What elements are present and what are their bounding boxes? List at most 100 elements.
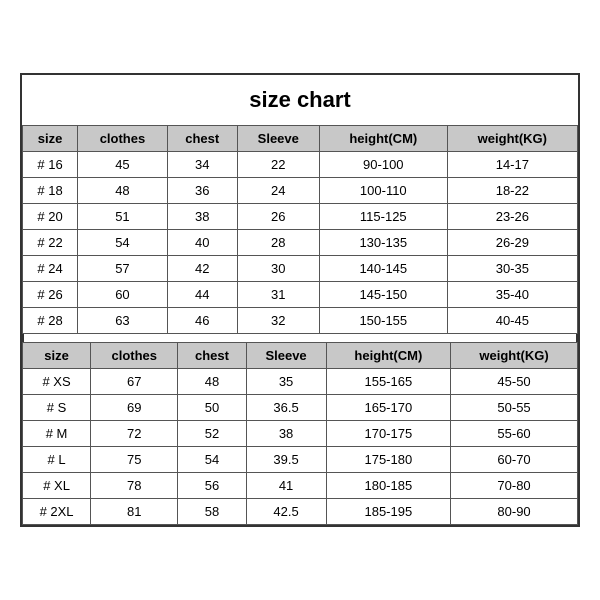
table-cell: # L [23, 447, 91, 473]
table-cell: 24 [237, 178, 319, 204]
table-cell: 165-170 [326, 395, 450, 421]
table-cell: 36.5 [246, 395, 326, 421]
table-cell: 58 [178, 499, 246, 525]
header2-chest: chest [178, 343, 246, 369]
table-cell: 30-35 [447, 256, 577, 282]
table-cell: 28 [237, 230, 319, 256]
table-cell: 55-60 [451, 421, 578, 447]
table-cell: 23-26 [447, 204, 577, 230]
table-cell: 40-45 [447, 308, 577, 334]
table-cell: 35-40 [447, 282, 577, 308]
table-cell: 54 [178, 447, 246, 473]
table-cell: 14-17 [447, 152, 577, 178]
table-cell: 41 [246, 473, 326, 499]
table-cell: # 24 [23, 256, 78, 282]
table-cell: 63 [78, 308, 168, 334]
table-cell: 48 [178, 369, 246, 395]
table-row: # 18483624100-11018-22 [23, 178, 578, 204]
table-cell: 150-155 [319, 308, 447, 334]
table-cell: 185-195 [326, 499, 450, 525]
table-cell: 32 [237, 308, 319, 334]
header2-size: size [23, 343, 91, 369]
table-cell: 50 [178, 395, 246, 421]
table-cell: 26-29 [447, 230, 577, 256]
table-cell: 155-165 [326, 369, 450, 395]
header2-weight: weight(KG) [451, 343, 578, 369]
table-row: # 28634632150-15540-45 [23, 308, 578, 334]
table-cell: 39.5 [246, 447, 326, 473]
table-cell: # 20 [23, 204, 78, 230]
table-cell: 45-50 [451, 369, 578, 395]
table-cell: # M [23, 421, 91, 447]
table-row: # 22544028130-13526-29 [23, 230, 578, 256]
header-size: size [23, 126, 78, 152]
table-row: # XL785641180-18570-80 [23, 473, 578, 499]
size-table-1: size clothes chest Sleeve height(CM) wei… [22, 125, 578, 334]
table-row: # 1645342290-10014-17 [23, 152, 578, 178]
table-cell: 50-55 [451, 395, 578, 421]
table-cell: 52 [178, 421, 246, 447]
table-row: # S695036.5165-17050-55 [23, 395, 578, 421]
table-cell: 75 [91, 447, 178, 473]
chart-title: size chart [22, 75, 578, 125]
table-cell: 26 [237, 204, 319, 230]
table-cell: 81 [91, 499, 178, 525]
table-cell: 67 [91, 369, 178, 395]
table-cell: 170-175 [326, 421, 450, 447]
table-cell: 36 [167, 178, 237, 204]
table-cell: 38 [246, 421, 326, 447]
table-cell: # 2XL [23, 499, 91, 525]
table-cell: 45 [78, 152, 168, 178]
table-cell: 78 [91, 473, 178, 499]
size-chart-container: size chart size clothes chest Sleeve hei… [20, 73, 580, 527]
table-cell: 51 [78, 204, 168, 230]
table-cell: # 16 [23, 152, 78, 178]
table-cell: 115-125 [319, 204, 447, 230]
header-clothes: clothes [78, 126, 168, 152]
header-height: height(CM) [319, 126, 447, 152]
table-cell: # 26 [23, 282, 78, 308]
table-cell: 48 [78, 178, 168, 204]
table-cell: 80-90 [451, 499, 578, 525]
table-cell: 100-110 [319, 178, 447, 204]
size-table-2: size clothes chest Sleeve height(CM) wei… [22, 342, 578, 525]
table-cell: 42.5 [246, 499, 326, 525]
table-cell: 70-80 [451, 473, 578, 499]
table-cell: 46 [167, 308, 237, 334]
table-row: # 20513826115-12523-26 [23, 204, 578, 230]
header2-clothes: clothes [91, 343, 178, 369]
table1-header-row: size clothes chest Sleeve height(CM) wei… [23, 126, 578, 152]
table-cell: 40 [167, 230, 237, 256]
table-cell: 140-145 [319, 256, 447, 282]
table-row: # M725238170-17555-60 [23, 421, 578, 447]
table-cell: # S [23, 395, 91, 421]
table-cell: 145-150 [319, 282, 447, 308]
table-row: # 2XL815842.5185-19580-90 [23, 499, 578, 525]
table-row: # 24574230140-14530-35 [23, 256, 578, 282]
table-cell: # 18 [23, 178, 78, 204]
table-cell: # 22 [23, 230, 78, 256]
table-cell: 42 [167, 256, 237, 282]
table-cell: 90-100 [319, 152, 447, 178]
table-cell: 57 [78, 256, 168, 282]
table2-header-row: size clothes chest Sleeve height(CM) wei… [23, 343, 578, 369]
header-weight: weight(KG) [447, 126, 577, 152]
table-cell: 18-22 [447, 178, 577, 204]
table-cell: 69 [91, 395, 178, 421]
table-cell: # 28 [23, 308, 78, 334]
table-row: # 26604431145-15035-40 [23, 282, 578, 308]
table-cell: 30 [237, 256, 319, 282]
table-cell: # XL [23, 473, 91, 499]
table-cell: 22 [237, 152, 319, 178]
table-cell: 130-135 [319, 230, 447, 256]
table-cell: 38 [167, 204, 237, 230]
table-cell: 54 [78, 230, 168, 256]
header-sleeve: Sleeve [237, 126, 319, 152]
table-cell: 44 [167, 282, 237, 308]
table-cell: 34 [167, 152, 237, 178]
table-cell: 60-70 [451, 447, 578, 473]
table-cell: 72 [91, 421, 178, 447]
header-chest: chest [167, 126, 237, 152]
table-cell: 60 [78, 282, 168, 308]
header2-height: height(CM) [326, 343, 450, 369]
